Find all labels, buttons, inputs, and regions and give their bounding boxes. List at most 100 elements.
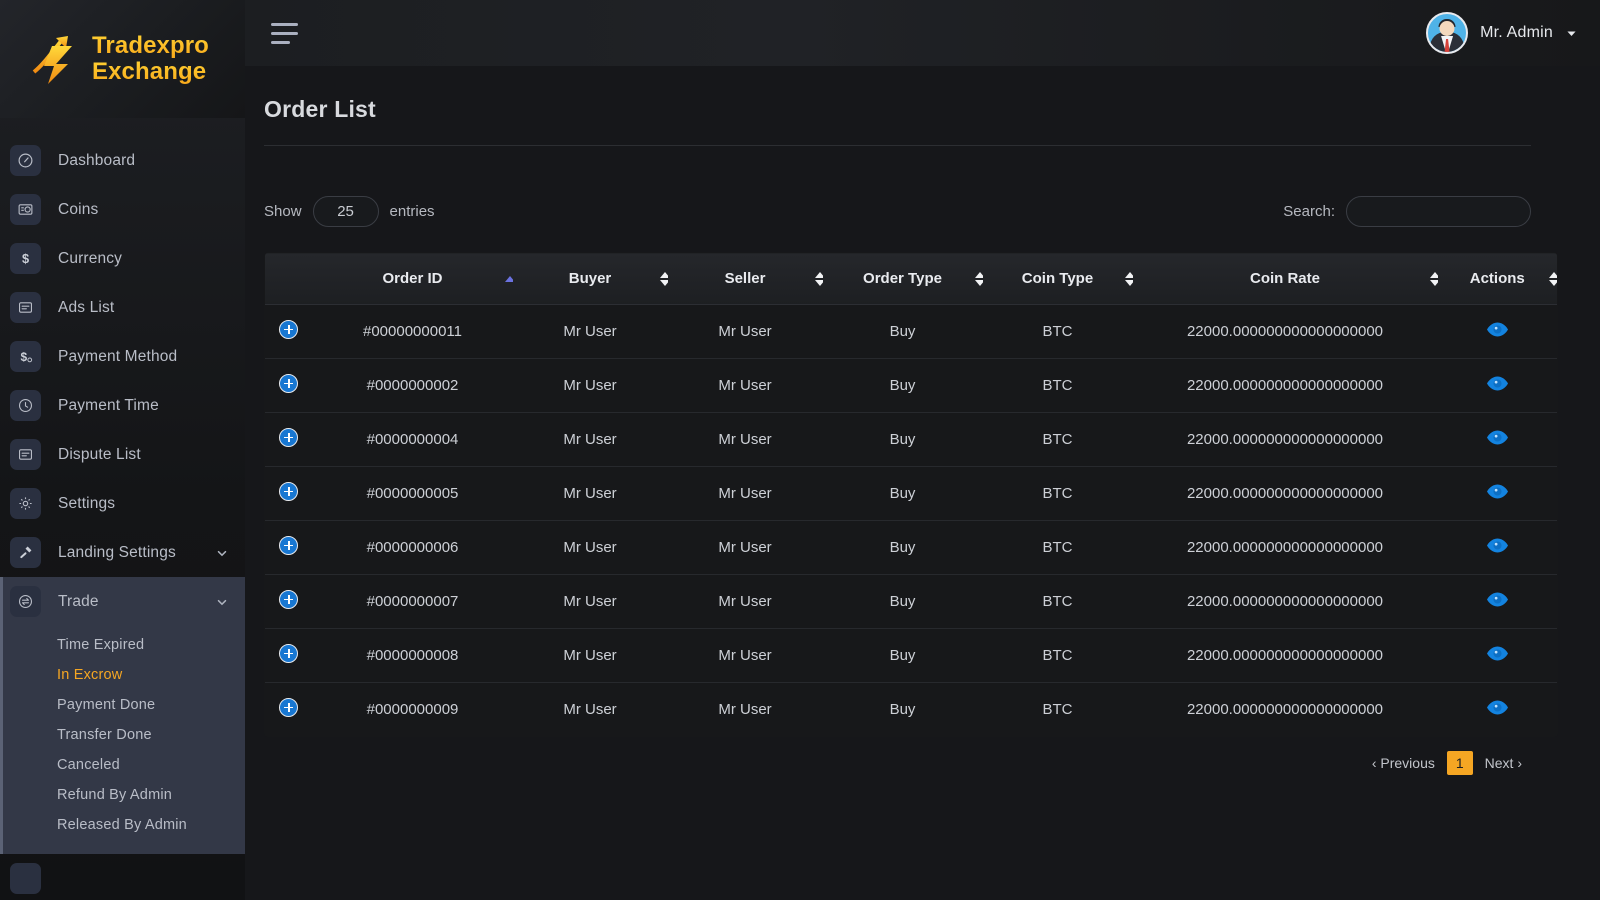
expand-row-plus-icon[interactable] <box>279 698 298 717</box>
expand-row-plus-icon[interactable] <box>279 320 298 339</box>
cell-order-type: Buy <box>823 467 983 521</box>
column-buyer[interactable]: Buyer <box>513 253 668 305</box>
expand-row-plus-icon[interactable] <box>279 590 298 609</box>
column-order-id[interactable]: Order ID <box>313 253 513 305</box>
cell-actions <box>1438 575 1558 629</box>
eye-icon[interactable] <box>1487 592 1508 607</box>
cell-order-id: #0000000008 <box>313 629 513 683</box>
column-expander[interactable] <box>265 253 313 305</box>
cell-seller: Mr User <box>668 683 823 737</box>
cell-order-id: #0000000007 <box>313 575 513 629</box>
show-entries-control: Show 102550100 entries <box>264 196 435 227</box>
expand-row-plus-icon[interactable] <box>279 428 298 447</box>
row-expander-cell <box>265 521 313 575</box>
submenu-item-refund-by-admin[interactable]: Refund By Admin <box>3 780 245 810</box>
order-table: Order ID Buyer <box>264 252 1558 737</box>
entries-per-page-select[interactable]: 102550100 <box>313 196 379 227</box>
cell-coin-rate: 22000.000000000000000000 <box>1133 683 1438 737</box>
cell-seller: Mr User <box>668 305 823 359</box>
sidebar-item-dispute-list[interactable]: Dispute List <box>0 430 245 479</box>
column-order-type[interactable]: Order Type <box>823 253 983 305</box>
eye-icon[interactable] <box>1487 700 1508 715</box>
cell-coin-type: BTC <box>983 359 1133 413</box>
cell-coin-rate: 22000.000000000000000000 <box>1133 521 1438 575</box>
submenu-item-canceled[interactable]: Canceled <box>3 750 245 780</box>
cell-coin-rate: 22000.000000000000000000 <box>1133 629 1438 683</box>
table-row: #0000000006Mr UserMr UserBuyBTC22000.000… <box>265 521 1558 575</box>
table-row: #0000000007Mr UserMr UserBuyBTC22000.000… <box>265 575 1558 629</box>
cell-actions <box>1438 413 1558 467</box>
expand-row-plus-icon[interactable] <box>279 374 298 393</box>
column-actions[interactable]: Actions <box>1438 253 1558 305</box>
sidebar-item-landing-settings[interactable]: Landing Settings <box>0 528 245 577</box>
sidebar-item-payment-time[interactable]: Payment Time <box>0 381 245 430</box>
sidebar-label: Currency <box>58 250 122 268</box>
column-seller[interactable]: Seller <box>668 253 823 305</box>
table-row: #0000000009Mr UserMr UserBuyBTC22000.000… <box>265 683 1558 737</box>
eye-icon[interactable] <box>1487 646 1508 661</box>
row-expander-cell <box>265 683 313 737</box>
submenu-item-transfer-done[interactable]: Transfer Done <box>3 720 245 750</box>
cell-seller: Mr User <box>668 629 823 683</box>
cell-coin-type: BTC <box>983 575 1133 629</box>
show-label: Show <box>264 203 302 220</box>
cell-actions <box>1438 683 1558 737</box>
order-list-panel: Show 102550100 entries Search: <box>264 146 1531 775</box>
eye-icon[interactable] <box>1487 430 1508 445</box>
cell-order-type: Buy <box>823 521 983 575</box>
admin-dashboard-page: Tradexpro Exchange Dashboard <box>0 0 1600 900</box>
dollar-sign-icon: $ <box>10 243 41 274</box>
eye-icon[interactable] <box>1487 484 1508 499</box>
sidebar-item-currency[interactable]: $ Currency <box>0 234 245 283</box>
hamburger-menu-icon[interactable] <box>271 20 305 46</box>
gear-icon <box>10 488 41 519</box>
eye-icon[interactable] <box>1487 376 1508 391</box>
sidebar-item-coins[interactable]: Coins <box>0 185 245 234</box>
table-body: #00000000011Mr UserMr UserBuyBTC22000.00… <box>265 305 1558 737</box>
brand-name-line2: Exchange <box>92 59 209 85</box>
coin-stack-icon <box>10 194 41 225</box>
expand-row-plus-icon[interactable] <box>279 482 298 501</box>
chevron-down-icon <box>215 546 229 560</box>
search-input[interactable] <box>1346 196 1531 227</box>
sidebar-item-dashboard[interactable]: Dashboard <box>0 136 245 185</box>
cell-order-type: Buy <box>823 629 983 683</box>
sidebar-label: Payment Method <box>58 348 177 366</box>
sidebar-label: Payment Time <box>58 397 159 415</box>
eye-icon[interactable] <box>1487 538 1508 553</box>
column-coin-rate[interactable]: Coin Rate <box>1133 253 1438 305</box>
cell-coin-type: BTC <box>983 629 1133 683</box>
expand-row-plus-icon[interactable] <box>279 536 298 555</box>
expand-row-plus-icon[interactable] <box>279 644 298 663</box>
next-page-button[interactable]: Next › <box>1477 752 1530 774</box>
cell-coin-type: BTC <box>983 683 1133 737</box>
user-menu[interactable]: Mr. Admin <box>1426 12 1578 54</box>
table-row: #0000000005Mr UserMr UserBuyBTC22000.000… <box>265 467 1558 521</box>
cell-actions <box>1438 629 1558 683</box>
brand-logo[interactable]: Tradexpro Exchange <box>0 0 245 118</box>
sidebar-item-ads-list[interactable]: Ads List <box>0 283 245 332</box>
cell-seller: Mr User <box>668 521 823 575</box>
previous-page-button[interactable]: ‹ Previous <box>1364 752 1443 774</box>
sidebar-nav: Dashboard Coins $ Currency <box>0 118 245 900</box>
sidebar-item-next-partial[interactable] <box>0 854 245 900</box>
eye-icon[interactable] <box>1487 322 1508 337</box>
submenu-item-payment-done[interactable]: Payment Done <box>3 690 245 720</box>
sort-both-icon <box>1549 272 1558 286</box>
table-row: #0000000004Mr UserMr UserBuyBTC22000.000… <box>265 413 1558 467</box>
sidebar-item-settings[interactable]: Settings <box>0 479 245 528</box>
submenu-item-in-excrow[interactable]: In Excrow <box>3 660 245 690</box>
column-coin-type[interactable]: Coin Type <box>983 253 1133 305</box>
submenu-item-time-expired[interactable]: Time Expired <box>3 630 245 660</box>
cell-seller: Mr User <box>668 575 823 629</box>
row-expander-cell <box>265 413 313 467</box>
cell-order-id: #0000000006 <box>313 521 513 575</box>
cell-actions <box>1438 521 1558 575</box>
sidebar-item-payment-method[interactable]: $ Payment Method <box>0 332 245 381</box>
row-expander-cell <box>265 629 313 683</box>
sidebar-item-trade[interactable]: Trade <box>0 577 245 626</box>
page-number-1[interactable]: 1 <box>1447 751 1473 775</box>
submenu-item-released-by-admin[interactable]: Released By Admin <box>3 810 245 840</box>
cell-order-id: #0000000004 <box>313 413 513 467</box>
table-head: Order ID Buyer <box>265 253 1558 305</box>
